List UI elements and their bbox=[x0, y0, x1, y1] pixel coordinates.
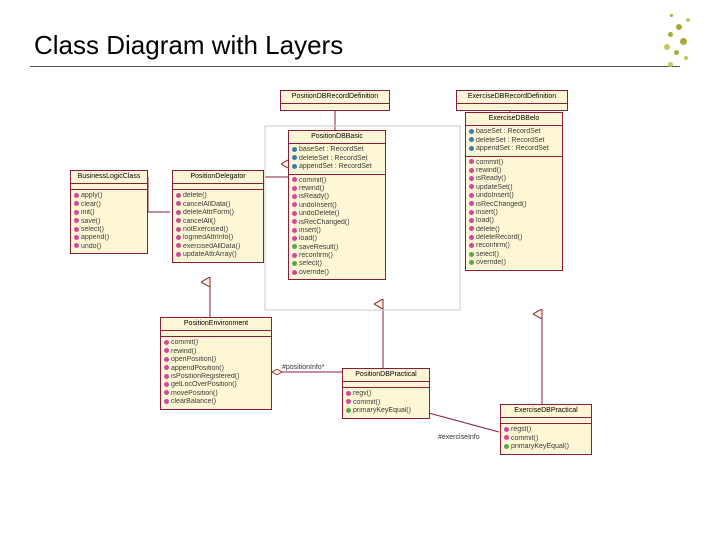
assoc-label-exerciseinfo: #exerciseInfo bbox=[438, 434, 480, 441]
class-exercise-db-practical: ExerciseDBPractical regst() commit() pri… bbox=[500, 404, 592, 455]
page-title: Class Diagram with Layers bbox=[34, 30, 343, 61]
class-business-logic-class: BusinessLogicClass apply() clear() init(… bbox=[70, 170, 148, 254]
decorative-dots bbox=[646, 14, 700, 74]
operations: commit() rewind() isReady() undoInsert()… bbox=[289, 175, 385, 280]
class-name: PositionDBRecordDefinition bbox=[281, 91, 389, 104]
operations: apply() clear() init() save() select() a… bbox=[71, 190, 147, 253]
assoc-label-positioninfo: #positionInfo* bbox=[282, 364, 324, 371]
class-name: ExerciseDBPractical bbox=[501, 405, 591, 418]
operations: regv() commit() primaryKeyEqual() bbox=[343, 388, 429, 417]
class-position-delegator: PositionDelegator delete() cancelAllData… bbox=[172, 170, 264, 263]
class-exercise-db-belo: ExerciseDBBelo baseSet : RecordSet delet… bbox=[465, 112, 563, 271]
class-name: ExerciseDBBelo bbox=[466, 113, 562, 126]
title-underline bbox=[30, 66, 680, 67]
class-name: PositionDBBasic bbox=[289, 131, 385, 144]
operations: regst() commit() primaryKeyEqual() bbox=[501, 424, 591, 453]
class-name: PositionDelegator bbox=[173, 171, 263, 184]
class-position-db-record-definition: PositionDBRecordDefinition bbox=[280, 90, 390, 111]
diagram-canvas: PositionDBRecordDefinition ExerciseDBRec… bbox=[40, 82, 680, 522]
operations: commit() rewind() isReady() updateSet() … bbox=[466, 157, 562, 270]
class-name: ExerciseDBRecordDefinition bbox=[457, 91, 567, 104]
class-name: PositionDBPractical bbox=[343, 369, 429, 382]
class-exercise-db-record-definition: ExerciseDBRecordDefinition bbox=[456, 90, 568, 111]
class-position-db-practical: PositionDBPractical regv() commit() prim… bbox=[342, 368, 430, 419]
class-name: BusinessLogicClass bbox=[71, 171, 147, 184]
operations: commit() rewind() openPosition() appendP… bbox=[161, 337, 271, 408]
attributes: baseSet : RecordSet deleteSet : RecordSe… bbox=[289, 144, 385, 174]
class-position-environment: PositionEnvironment commit() rewind() op… bbox=[160, 317, 272, 410]
operations: delete() cancelAllData() deleteAttrForm(… bbox=[173, 190, 263, 261]
class-name: PositionEnvironment bbox=[161, 318, 271, 331]
attributes: baseSet : RecordSet deleteSet : RecordSe… bbox=[466, 126, 562, 156]
class-position-db-basic: PositionDBBasic baseSet : RecordSet dele… bbox=[288, 130, 386, 280]
